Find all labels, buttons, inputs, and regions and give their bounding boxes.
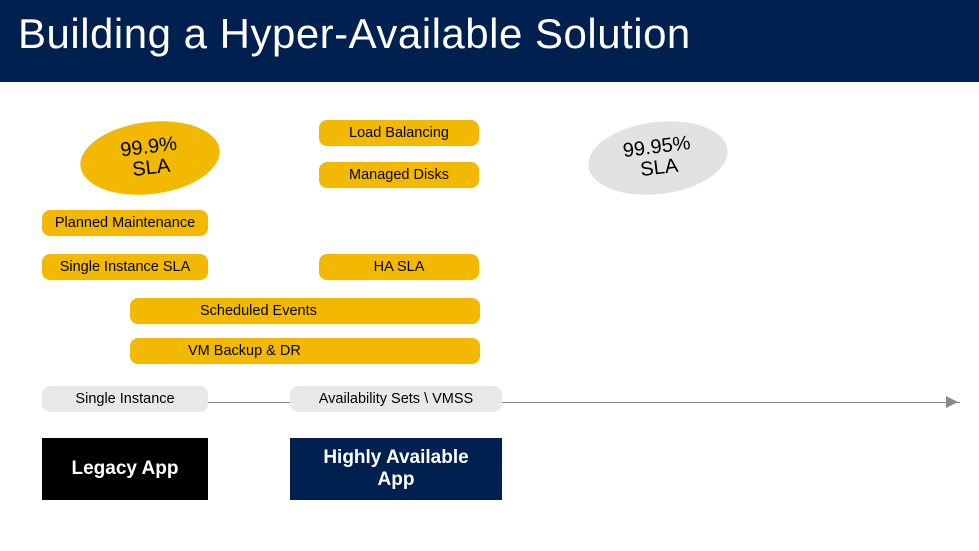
sla-badge-99-9-text: 99.9%SLA [119, 134, 180, 183]
availability-axis-arrow-icon [946, 396, 958, 408]
pill-single-instance-sla: Single Instance SLA [42, 254, 208, 280]
title-bar: Building a Hyper-Available Solution [0, 0, 979, 82]
sla-badge-99-9: 99.9%SLA [76, 114, 224, 203]
sla-badge-99-95-text: 99.95%SLA [622, 133, 694, 183]
pill-load-balancing: Load Balancing [319, 120, 479, 146]
pill-single-instance: Single Instance [42, 386, 208, 412]
diagram-canvas: 99.9%SLA 99.95%SLA Load Balancing Manage… [0, 82, 979, 551]
label-highly-available-app-text: Highly AvailableApp [323, 447, 468, 491]
pill-managed-disks: Managed Disks [319, 162, 479, 188]
label-legacy-app: Legacy App [42, 438, 208, 500]
pill-ha-sla: HA SLA [319, 254, 479, 280]
pill-availability-sets-vmss: Availability Sets \ VMSS [290, 386, 502, 412]
pill-vm-backup-dr: VM Backup & DR [130, 338, 480, 364]
pill-scheduled-events: Scheduled Events [130, 298, 480, 324]
slide-title: Building a Hyper-Available Solution [18, 10, 961, 58]
label-highly-available-app: Highly AvailableApp [290, 438, 502, 500]
label-legacy-app-text: Legacy App [72, 458, 179, 480]
pill-planned-maintenance: Planned Maintenance [42, 210, 208, 236]
sla-badge-99-95: 99.95%SLA [584, 114, 732, 203]
